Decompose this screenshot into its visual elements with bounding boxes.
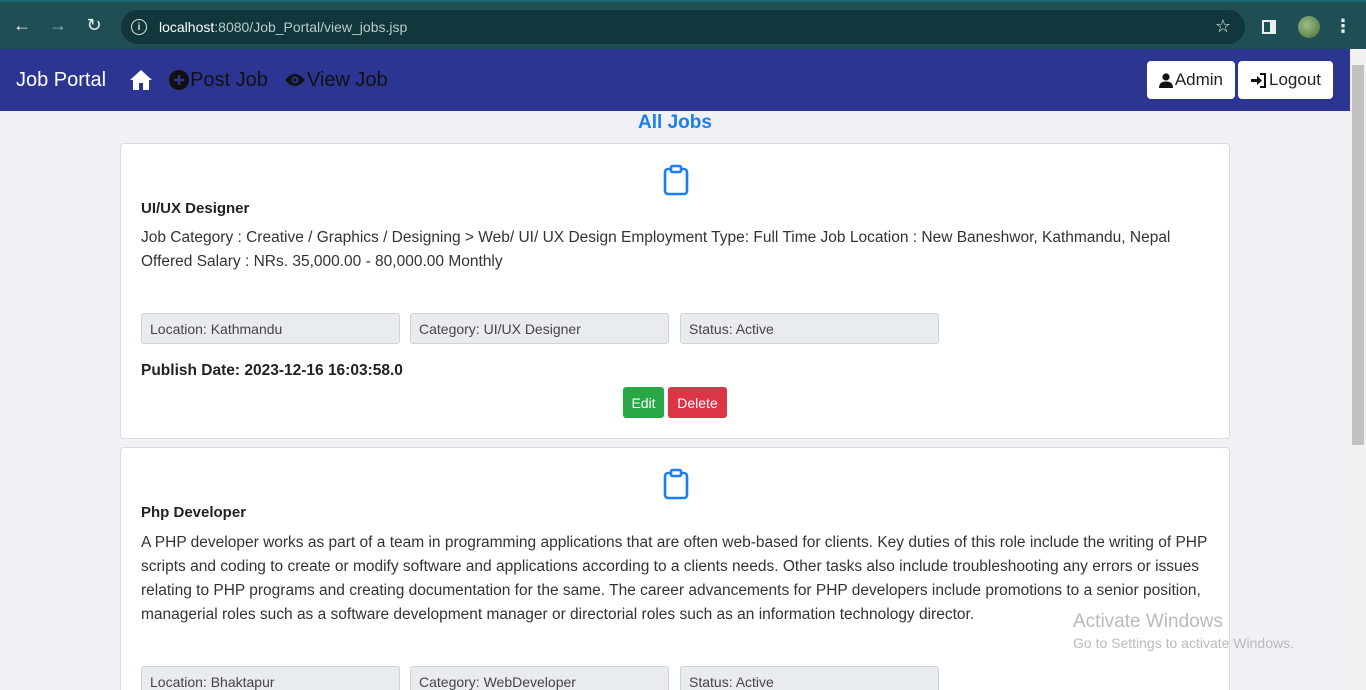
watermark-title: Activate Windows xyxy=(1073,611,1223,632)
nav-post-job-label: Post Job xyxy=(190,68,268,91)
job-status-field: Status: Active xyxy=(680,666,939,690)
job-description: A PHP developer works as part of a team … xyxy=(141,534,1208,623)
watermark-subtitle: Go to Settings to activate Windows. xyxy=(1073,635,1294,651)
admin-label: Admin xyxy=(1174,70,1223,89)
forward-icon[interactable]: → xyxy=(40,8,76,44)
clipboard-icon xyxy=(663,164,689,196)
job-title: Php Developer xyxy=(141,504,247,521)
url-text[interactable]: localhost:8080/Job_Portal/view_jobs.jsp xyxy=(159,19,407,35)
profile-avatar[interactable] xyxy=(1298,15,1320,38)
browser-menu-icon[interactable]: ⋮ xyxy=(1334,16,1352,37)
url-path: :8080/Job_Portal/view_jobs.jsp xyxy=(214,19,408,35)
job-category-field: Category: WebDeveloper xyxy=(410,666,669,690)
job-description: Job Category : Creative / Graphics / Des… xyxy=(141,229,1171,270)
job-location-field: Location: Kathmandu xyxy=(141,313,400,344)
delete-button[interactable]: Delete xyxy=(668,387,727,418)
browser-toolbar: ← → ↻ i localhost:8080/Job_Portal/view_j… xyxy=(0,0,1366,49)
job-location-field: Location: Bhaktapur xyxy=(141,666,400,690)
job-card: UI/UX Designer Job Category : Creative /… xyxy=(120,143,1230,439)
user-icon xyxy=(1158,72,1173,88)
edit-button[interactable]: Edit xyxy=(623,387,664,418)
eye-icon xyxy=(284,74,305,86)
sign-in-icon xyxy=(1251,72,1266,88)
nav-view-job[interactable]: View Job xyxy=(284,69,388,92)
site-info-icon[interactable]: i xyxy=(131,19,147,35)
home-icon[interactable] xyxy=(129,69,155,91)
reload-icon[interactable]: ↻ xyxy=(76,8,112,44)
page-title: All Jobs xyxy=(638,112,712,133)
job-card: Php Developer A PHP developer works as p… xyxy=(120,447,1230,690)
scrollbar-thumb[interactable] xyxy=(1352,65,1364,445)
page-scrollbar[interactable] xyxy=(1350,49,1366,690)
admin-button[interactable]: Admin xyxy=(1146,61,1235,99)
url-host: localhost xyxy=(159,19,215,35)
nav-view-job-label: View Job xyxy=(306,68,388,91)
job-category-field: Category: UI/UX Designer xyxy=(410,313,669,344)
logout-button[interactable]: Logout xyxy=(1238,61,1333,99)
plus-circle-icon xyxy=(169,70,190,90)
side-panel-icon[interactable] xyxy=(1262,19,1276,34)
job-title: UI/UX Designer xyxy=(141,200,250,217)
logout-label: Logout xyxy=(1269,70,1321,89)
job-status-field: Status: Active xyxy=(680,313,939,344)
bookmark-star-icon[interactable]: ☆ xyxy=(1215,16,1231,37)
windows-activation-watermark: Activate Windows Go to Settings to activ… xyxy=(1073,611,1294,651)
publish-date: Publish Date: 2023-12-16 16:03:58.0 xyxy=(141,362,403,379)
app-navbar: Job Portal Post Job View Job Admin Logou… xyxy=(0,49,1350,111)
address-bar[interactable]: i localhost:8080/Job_Portal/view_jobs.js… xyxy=(121,10,1245,44)
nav-post-job[interactable]: Post Job xyxy=(169,69,268,92)
brand-link[interactable]: Job Portal xyxy=(16,69,106,92)
back-icon[interactable]: ← xyxy=(4,8,40,44)
clipboard-icon xyxy=(663,468,689,500)
